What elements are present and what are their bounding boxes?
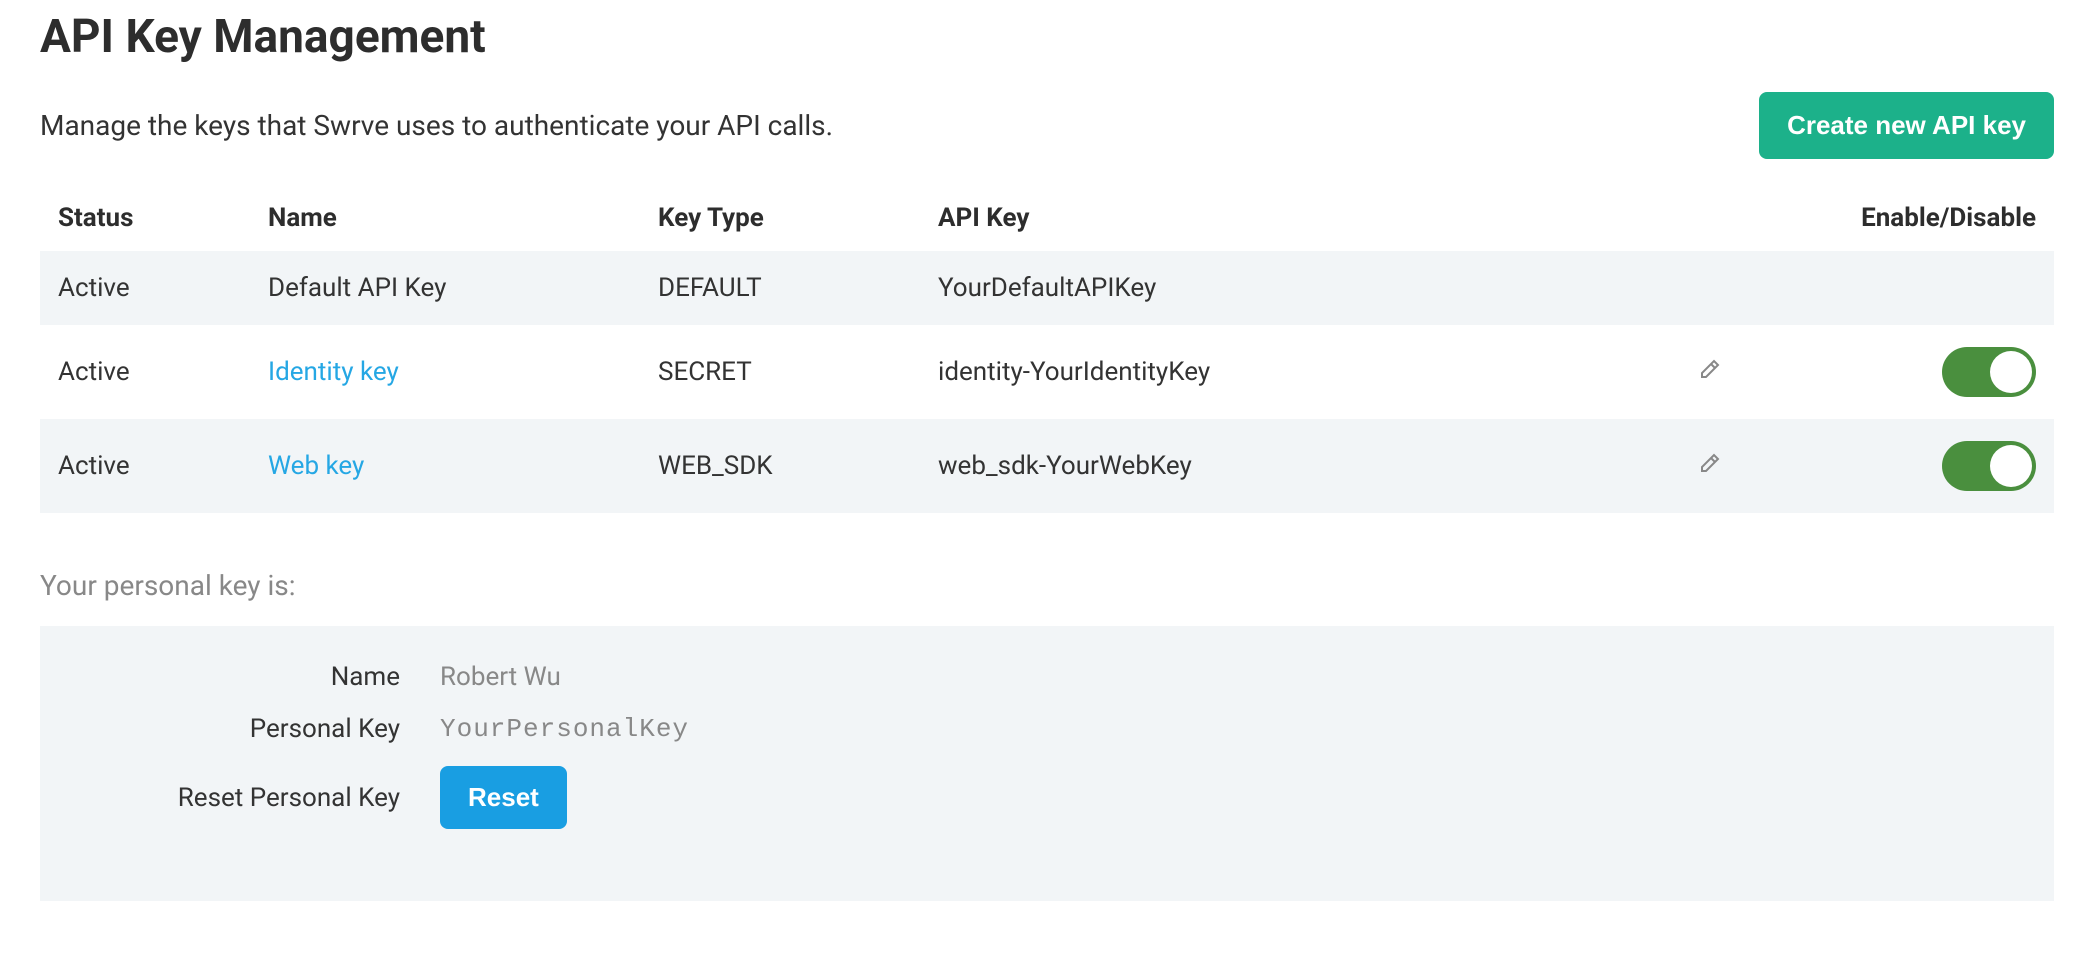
name-cell: Default API Key: [250, 251, 640, 325]
api-keys-table: Status Name Key Type API Key Enable/Disa…: [40, 189, 2054, 513]
edit-icon[interactable]: [1698, 357, 1722, 381]
key-name-link[interactable]: Identity key: [268, 357, 399, 387]
page-subtitle: Manage the keys that Swrve uses to authe…: [40, 109, 833, 142]
status-cell: Active: [40, 251, 250, 325]
personal-key-value: YourPersonalKey: [440, 714, 689, 744]
personal-name-row: Name Robert Wu: [80, 662, 2014, 692]
toggle-cell: [1740, 419, 2054, 513]
create-api-key-button[interactable]: Create new API key: [1759, 92, 2054, 159]
subtitle-row: Manage the keys that Swrve uses to authe…: [40, 92, 2054, 159]
edit-cell: [1560, 419, 1740, 513]
personal-reset-label: Reset Personal Key: [80, 783, 440, 813]
keytype-cell: SECRET: [640, 325, 920, 419]
col-header-keytype: Key Type: [640, 189, 920, 251]
toggle-cell: [1740, 325, 2054, 419]
apikey-cell: web_sdk-YourWebKey: [920, 419, 1560, 513]
col-header-apikey: API Key: [920, 189, 1560, 251]
col-header-name: Name: [250, 189, 640, 251]
personal-reset-value: Reset: [440, 766, 567, 829]
col-header-toggle: Enable/Disable: [1740, 189, 2054, 251]
keytype-cell: DEFAULT: [640, 251, 920, 325]
table-row: Active Web key WEB_SDK web_sdk-YourWebKe…: [40, 419, 2054, 513]
page-title: API Key Management: [40, 10, 2054, 64]
col-header-edit: [1560, 189, 1740, 251]
table-row: Active Default API Key DEFAULT YourDefau…: [40, 251, 2054, 325]
edit-cell: [1560, 251, 1740, 325]
toggle-cell: [1740, 251, 2054, 325]
status-cell: Active: [40, 419, 250, 513]
key-name-link[interactable]: Web key: [268, 451, 364, 481]
personal-name-label: Name: [80, 662, 440, 692]
status-cell: Active: [40, 325, 250, 419]
personal-key-row: Personal Key YourPersonalKey: [80, 714, 2014, 744]
table-row: Active Identity key SECRET identity-Your…: [40, 325, 2054, 419]
personal-key-label: Personal Key: [80, 714, 440, 744]
edit-cell: [1560, 325, 1740, 419]
apikey-cell: YourDefaultAPIKey: [920, 251, 1560, 325]
edit-icon[interactable]: [1698, 451, 1722, 475]
col-header-status: Status: [40, 189, 250, 251]
personal-reset-row: Reset Personal Key Reset: [80, 766, 2014, 829]
name-cell: Web key: [250, 419, 640, 513]
enable-toggle[interactable]: [1942, 441, 2036, 491]
table-header-row: Status Name Key Type API Key Enable/Disa…: [40, 189, 2054, 251]
enable-toggle[interactable]: [1942, 347, 2036, 397]
personal-key-panel: Name Robert Wu Personal Key YourPersonal…: [40, 626, 2054, 901]
personal-key-heading: Your personal key is:: [40, 569, 2054, 602]
reset-personal-key-button[interactable]: Reset: [440, 766, 567, 829]
api-key-management-page: API Key Management Manage the keys that …: [0, 0, 2094, 941]
personal-name-value: Robert Wu: [440, 662, 561, 692]
keytype-cell: WEB_SDK: [640, 419, 920, 513]
apikey-cell: identity-YourIdentityKey: [920, 325, 1560, 419]
name-cell: Identity key: [250, 325, 640, 419]
